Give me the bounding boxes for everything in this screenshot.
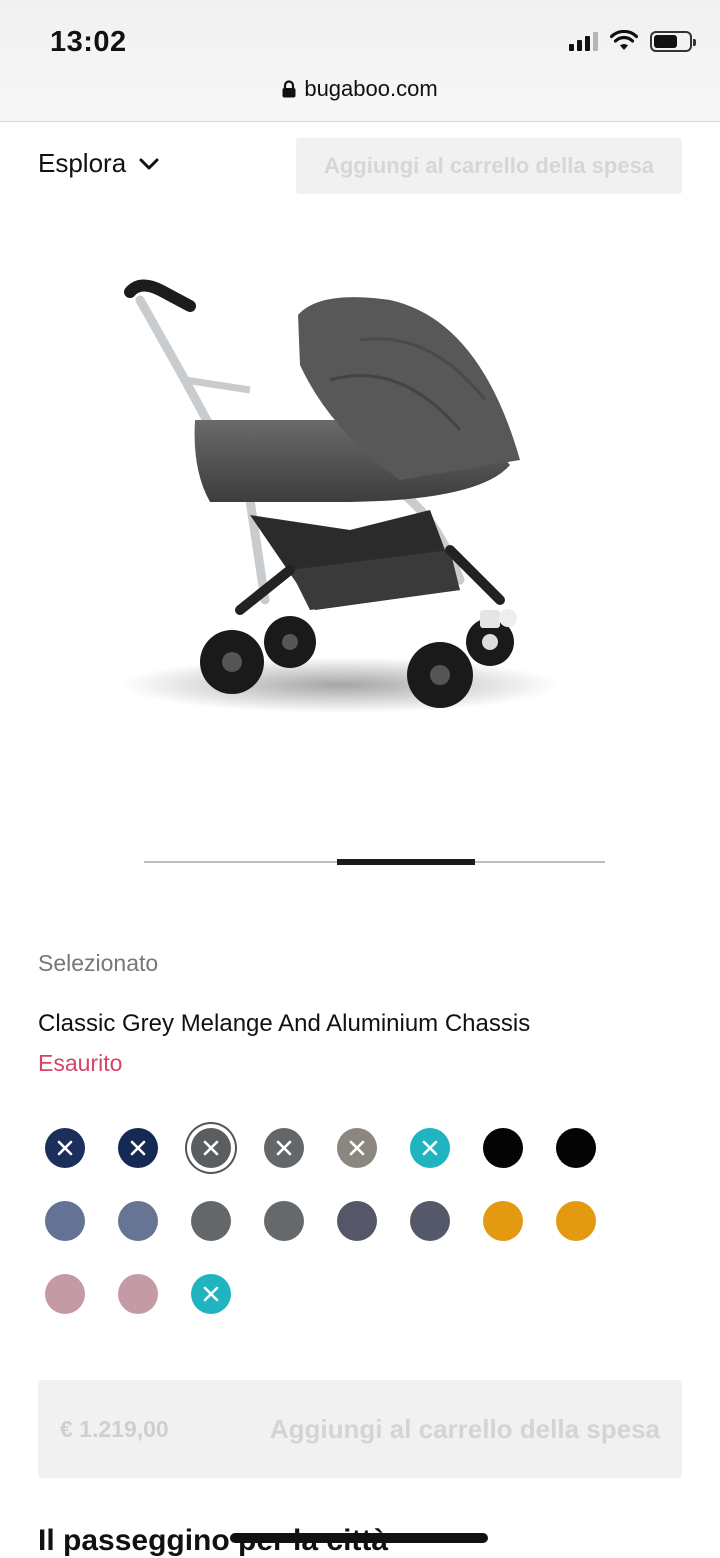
color-swatch[interactable] bbox=[191, 1274, 231, 1314]
variant-name: Classic Grey Melange And Aluminium Chass… bbox=[38, 1010, 531, 1037]
color-swatch[interactable] bbox=[337, 1128, 377, 1168]
selected-label: Selezionato bbox=[38, 950, 159, 976]
url-text: bugaboo.com bbox=[304, 76, 438, 101]
chevron-down-icon bbox=[139, 158, 159, 169]
color-swatch[interactable] bbox=[118, 1274, 158, 1314]
color-swatch[interactable] bbox=[118, 1201, 158, 1241]
color-swatch[interactable] bbox=[556, 1201, 596, 1241]
product-price: € 1.219,00 bbox=[60, 1416, 169, 1442]
product-image[interactable] bbox=[100, 270, 580, 740]
sticky-header: Esplora Aggiungi al carrello della spesa bbox=[0, 122, 720, 212]
color-swatch[interactable] bbox=[337, 1201, 377, 1241]
header-add-to-cart-button[interactable]: Aggiungi al carrello della spesa bbox=[296, 138, 682, 194]
stock-status: Esaurito bbox=[38, 1050, 123, 1076]
explore-menu-button[interactable]: Esplora bbox=[38, 148, 160, 179]
status-icons bbox=[569, 30, 696, 52]
color-swatch[interactable] bbox=[410, 1201, 450, 1241]
image-carousel-indicator[interactable] bbox=[144, 859, 605, 865]
wifi-icon bbox=[610, 30, 638, 50]
color-swatch[interactable] bbox=[45, 1201, 85, 1241]
close-icon bbox=[57, 1140, 73, 1156]
color-swatch[interactable] bbox=[191, 1128, 231, 1168]
color-swatch[interactable] bbox=[264, 1128, 304, 1168]
color-swatch[interactable] bbox=[483, 1201, 523, 1241]
battery-icon bbox=[650, 30, 696, 52]
color-swatch[interactable] bbox=[118, 1128, 158, 1168]
cellular-signal-icon bbox=[569, 31, 598, 51]
color-swatch[interactable] bbox=[483, 1128, 523, 1168]
browser-top-bar: 13:02 bugaboo.com bbox=[0, 0, 720, 122]
color-swatch[interactable] bbox=[410, 1128, 450, 1168]
color-swatch[interactable] bbox=[556, 1128, 596, 1168]
close-icon bbox=[203, 1140, 219, 1156]
close-icon bbox=[422, 1140, 438, 1156]
close-icon bbox=[203, 1286, 219, 1302]
lock-icon bbox=[282, 80, 296, 98]
url-bar[interactable]: bugaboo.com bbox=[0, 76, 720, 102]
color-swatch[interactable] bbox=[45, 1274, 85, 1314]
add-to-cart-button[interactable]: € 1.219,00 Aggiungi al carrello della sp… bbox=[38, 1380, 682, 1478]
close-icon bbox=[349, 1140, 365, 1156]
color-swatch[interactable] bbox=[45, 1128, 85, 1168]
carousel-active-indicator bbox=[337, 859, 475, 865]
color-swatch[interactable] bbox=[264, 1201, 304, 1241]
close-icon bbox=[276, 1140, 292, 1156]
close-icon bbox=[130, 1140, 146, 1156]
status-time: 13:02 bbox=[50, 26, 127, 58]
color-swatch[interactable] bbox=[191, 1201, 231, 1241]
add-to-cart-label: Aggiungi al carrello della spesa bbox=[269, 1414, 660, 1444]
explore-label: Esplora bbox=[38, 148, 127, 178]
home-indicator[interactable] bbox=[230, 1533, 488, 1543]
